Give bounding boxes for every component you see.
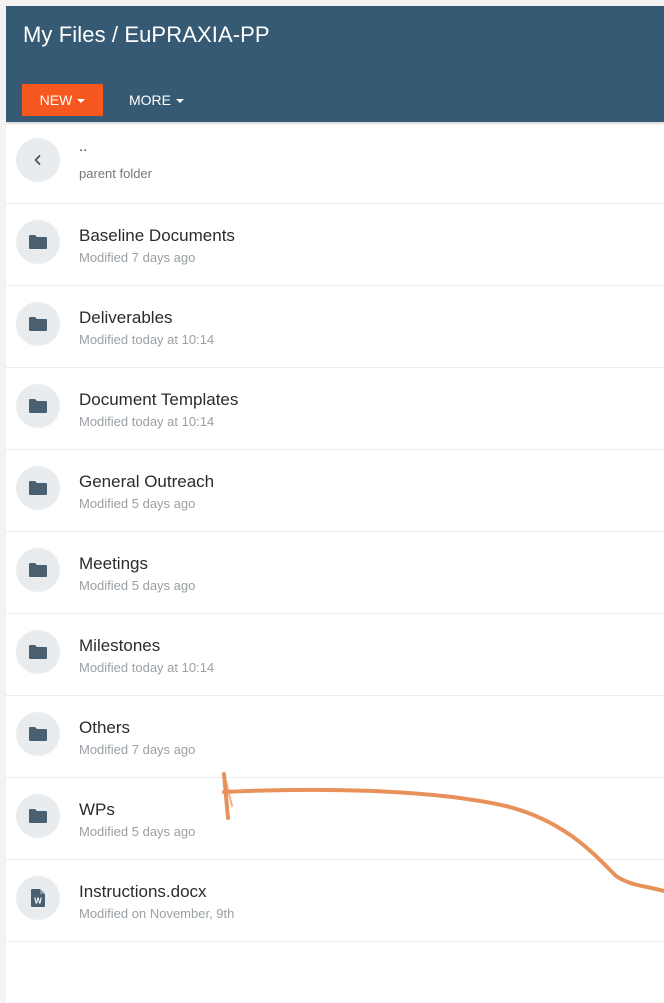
file-list: .. parent folder Baseline Documents Modif…	[6, 122, 664, 942]
caret-down-icon	[176, 98, 184, 103]
file-row[interactable]: Others Modified 7 days ago	[6, 696, 664, 778]
file-name: Baseline Documents	[79, 226, 235, 245]
file-row[interactable]: Deliverables Modified today at 10:14	[6, 286, 664, 368]
file-row[interactable]: Meetings Modified 5 days ago	[6, 532, 664, 614]
folder-icon	[16, 466, 60, 510]
file-name: Document Templates	[79, 390, 239, 409]
file-modified-date: Modified 7 days ago	[79, 742, 196, 757]
file-row[interactable]: W Instructions.docx Modified on November, …	[6, 860, 664, 942]
new-button[interactable]: NEW	[22, 84, 103, 116]
page-title: My Files / EuPRAXIA-PP	[23, 22, 270, 47]
new-button-label: NEW	[39, 92, 73, 108]
file-modified-date: Modified on November, 9th	[79, 906, 235, 921]
more-button-label: MORE	[129, 92, 171, 108]
file-row[interactable]: General Outreach Modified 5 days ago	[6, 450, 664, 532]
folder-icon	[16, 220, 60, 264]
file-name: Deliverables	[79, 308, 173, 327]
file-modified-date: Modified 7 days ago	[79, 250, 196, 265]
caret-down-icon	[77, 98, 86, 103]
file-row[interactable]: Baseline Documents Modified 7 days ago	[6, 204, 664, 286]
file-modified-date: Modified today at 10:14	[79, 332, 215, 347]
folder-icon	[16, 712, 60, 756]
file-browser-window: My Files / EuPRAXIA-PP NEW MORE .. paren…	[6, 6, 664, 1003]
file-name: Milestones	[79, 636, 161, 655]
file-name: General Outreach	[79, 472, 215, 491]
more-button[interactable]: MORE	[123, 84, 190, 116]
file-modified-date: Modified 5 days ago	[79, 578, 196, 593]
svg-text:W: W	[34, 897, 42, 906]
file-name: Meetings	[79, 554, 148, 573]
file-row[interactable]: Document Templates Modified today at 10:1…	[6, 368, 664, 450]
file-modified-date: Modified today at 10:14	[79, 414, 215, 429]
word-document-icon: W	[16, 876, 60, 920]
file-row[interactable]: Milestones Modified today at 10:14	[6, 614, 664, 696]
folder-icon	[16, 384, 60, 428]
app-header: My Files / EuPRAXIA-PP NEW MORE	[6, 6, 664, 122]
file-row[interactable]: WPs Modified 5 days ago	[6, 778, 664, 860]
parent-folder-name: ..	[79, 138, 88, 155]
file-name: WPs	[79, 800, 115, 819]
file-modified-date: Modified 5 days ago	[79, 496, 196, 511]
file-modified-date: Modified today at 10:14	[79, 660, 215, 675]
file-modified-date: Modified 5 days ago	[79, 824, 196, 839]
chevron-left-icon	[16, 138, 60, 182]
parent-folder-row[interactable]: .. parent folder	[6, 122, 664, 204]
file-name: Others	[79, 718, 131, 737]
folder-icon	[16, 630, 60, 674]
folder-icon	[16, 548, 60, 592]
folder-icon	[16, 302, 60, 346]
parent-folder-label: parent folder	[79, 166, 152, 181]
file-name: Instructions.docx	[79, 882, 207, 901]
folder-icon	[16, 794, 60, 838]
